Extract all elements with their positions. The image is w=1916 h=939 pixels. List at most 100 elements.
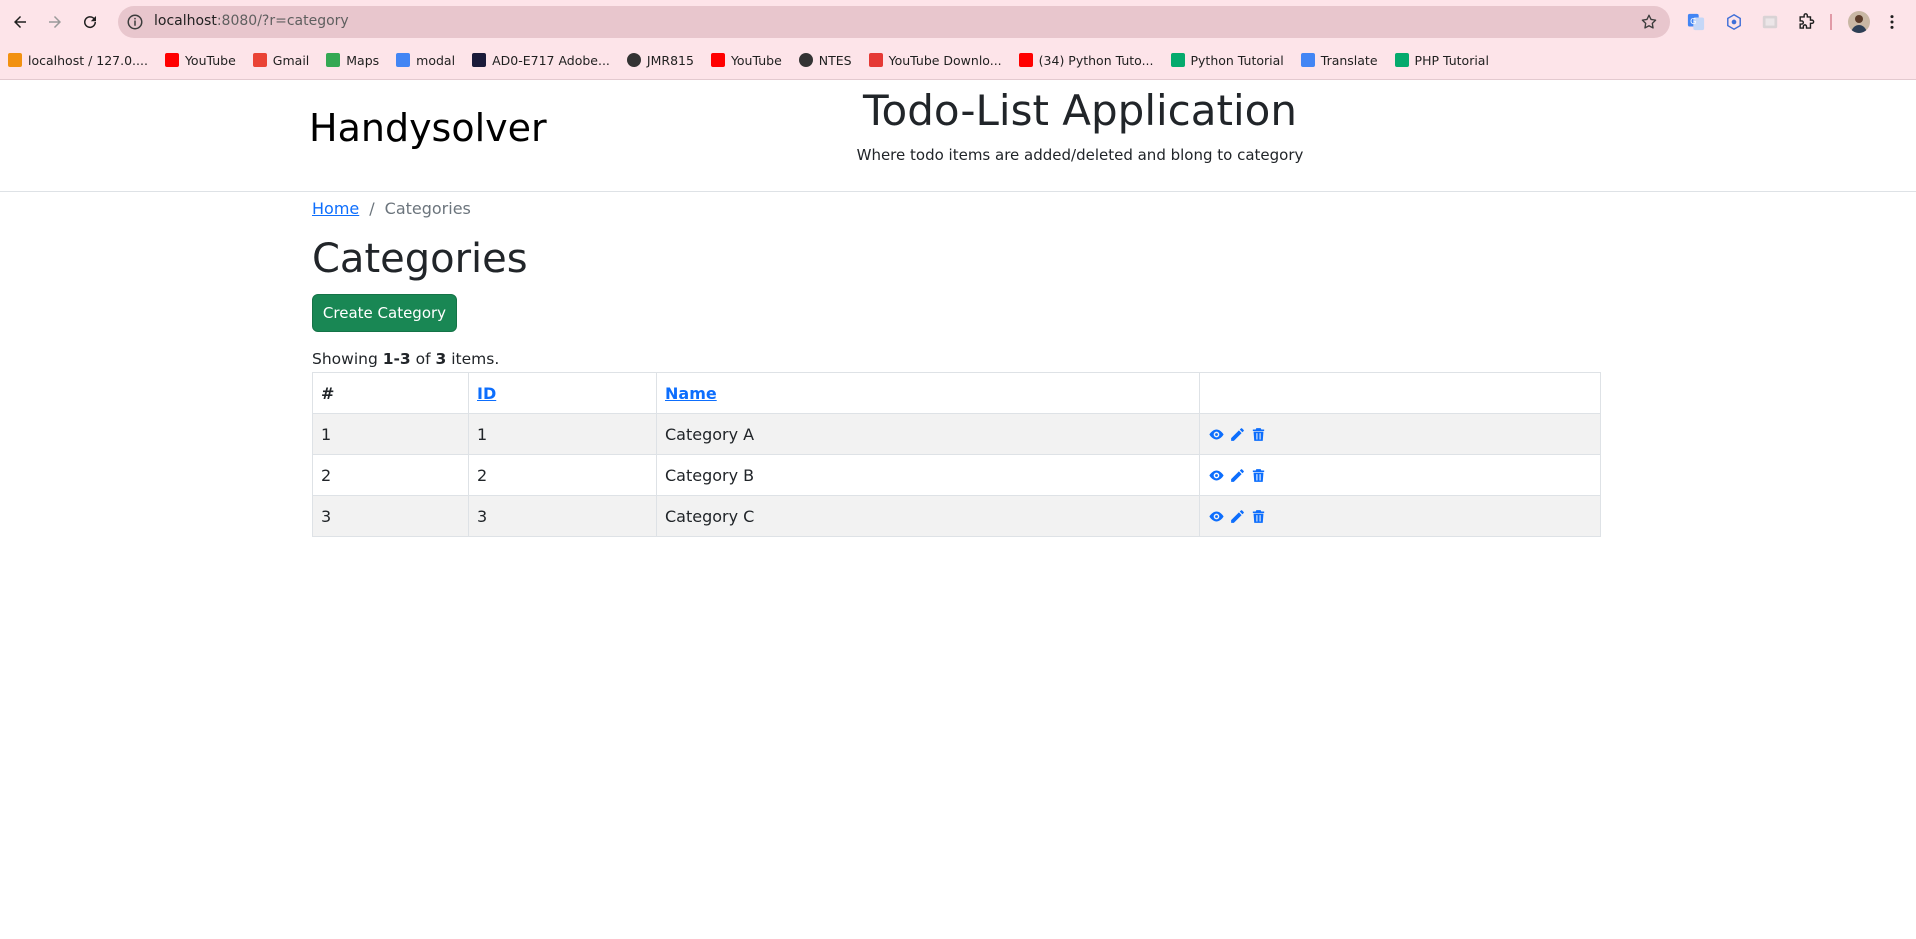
bookmarks-bar: localhost / 127.0.... YouTube Gmail Maps mod… — [0, 48, 1916, 72]
bookmark-item[interactable]: PHP Tutorial — [1394, 52, 1489, 68]
sort-name-link[interactable]: Name — [665, 384, 717, 403]
bookmark-label: JMR815 — [646, 52, 694, 68]
url-path: :8080/?r=category — [216, 13, 349, 29]
translate-icon — [1300, 53, 1315, 67]
bookmark-item[interactable]: Translate — [1300, 52, 1378, 68]
summary-total: 3 — [435, 350, 447, 368]
address-bar[interactable]: localhost:8080/?r=category — [118, 6, 1670, 38]
cell-id: 3 — [468, 495, 657, 537]
site-header: Handysolver Todo-List Application Where … — [0, 80, 1916, 192]
create-category-button[interactable]: Create Category — [312, 294, 457, 332]
placeholder-extension-icon[interactable] — [1760, 12, 1780, 32]
bookmark-label: YouTube Downlo... — [888, 52, 1002, 68]
bookmark-label: Translate — [1320, 52, 1378, 68]
bookmark-item[interactable]: YouTube — [164, 52, 236, 68]
cell-actions — [1199, 495, 1601, 537]
globe-icon — [798, 53, 813, 67]
browser-chrome: localhost:8080/?r=category G localhost /… — [0, 0, 1916, 80]
summary-suffix: items. — [446, 350, 500, 368]
bookmark-label: YouTube — [184, 52, 236, 68]
bookmark-star-icon[interactable] — [1640, 13, 1658, 31]
url-text[interactable]: localhost:8080/?r=category — [154, 13, 349, 29]
bookmark-label: Maps — [346, 52, 380, 68]
reload-icon — [84, 16, 97, 29]
edit-pencil-icon[interactable] — [1229, 426, 1246, 443]
header-id: ID — [468, 372, 657, 414]
phpmyadmin-icon — [8, 53, 22, 67]
bookmark-item[interactable]: Maps — [326, 53, 379, 68]
summary-mid: of — [410, 350, 436, 368]
info-icon[interactable] — [126, 13, 144, 31]
categories-table: # ID Name 1 1 Category A 2 2 Category B — [312, 372, 1601, 537]
edit-pencil-icon[interactable] — [1229, 467, 1246, 484]
cell-serial: 1 — [312, 413, 469, 455]
cell-name: Category C — [656, 495, 1200, 537]
app-title: Todo-List Application — [863, 86, 1297, 135]
google-translate-extension-icon[interactable]: G — [1686, 12, 1706, 32]
table-row: 2 2 Category B — [312, 454, 1601, 496]
view-icon[interactable] — [1208, 467, 1225, 484]
delete-trash-icon[interactable] — [1250, 508, 1267, 525]
header-serial: # — [312, 372, 469, 414]
bookmark-item[interactable]: localhost / 127.0.... — [8, 53, 148, 68]
breadcrumb-home-link[interactable]: Home — [312, 199, 359, 218]
edit-pencil-icon[interactable] — [1229, 508, 1246, 525]
cell-serial: 2 — [312, 454, 469, 496]
cell-id: 1 — [468, 413, 657, 455]
more-menu-icon[interactable] — [1882, 12, 1902, 32]
summary-range: 1-3 — [382, 350, 411, 368]
youtube-icon — [164, 53, 179, 67]
download-icon — [868, 53, 883, 67]
toolbar-divider — [1830, 14, 1832, 30]
globe-icon — [626, 53, 641, 67]
bookmark-label: PHP Tutorial — [1414, 52, 1489, 68]
bookmark-label: Gmail — [272, 52, 310, 68]
back-button[interactable] — [6, 8, 34, 36]
bookmark-label: (34) Python Tuto... — [1038, 52, 1154, 68]
bookmark-item[interactable]: YouTube — [710, 52, 782, 68]
table-row: 1 1 Category A — [312, 413, 1601, 455]
bookmark-item[interactable]: JMR815 — [626, 52, 694, 68]
table-header-row: # ID Name — [312, 372, 1601, 414]
profile-avatar[interactable] — [1848, 11, 1870, 33]
table-row: 3 3 Category C — [312, 495, 1601, 537]
w3schools-icon — [1170, 53, 1185, 67]
bookmark-item[interactable]: Gmail — [252, 52, 310, 68]
view-icon[interactable] — [1208, 508, 1225, 525]
bookmark-item[interactable]: modal — [396, 53, 455, 68]
reload-button[interactable] — [76, 8, 104, 36]
svg-text:G: G — [1690, 16, 1696, 26]
bookmark-item[interactable]: Python Tutorial — [1170, 52, 1284, 68]
header-name: Name — [656, 372, 1200, 414]
header-actions — [1199, 372, 1601, 414]
gmail-icon — [252, 53, 267, 67]
bookmark-label: localhost / 127.0.... — [28, 52, 148, 68]
url-host: localhost — [154, 13, 217, 29]
arrow-left-icon — [14, 16, 26, 28]
bookmark-item[interactable]: (34) Python Tuto... — [1018, 52, 1154, 68]
page-title: Categories — [312, 236, 528, 282]
bookmark-label: AD0-E717 Adobe... — [492, 52, 610, 68]
bookmark-label: NTES — [818, 52, 852, 68]
view-icon[interactable] — [1208, 426, 1225, 443]
youtube-icon — [710, 53, 725, 67]
bookmark-label: Python Tutorial — [1190, 52, 1284, 68]
cell-serial: 3 — [312, 495, 469, 537]
maps-icon — [326, 53, 341, 67]
summary-prefix: Showing — [312, 350, 383, 368]
cell-name: Category B — [656, 454, 1200, 496]
delete-trash-icon[interactable] — [1250, 426, 1267, 443]
delete-trash-icon[interactable] — [1250, 467, 1267, 484]
forward-button[interactable] — [41, 8, 69, 36]
bookmark-label: YouTube — [730, 52, 782, 68]
breadcrumb: Home / Categories — [312, 199, 471, 218]
w3schools-icon — [1394, 53, 1409, 67]
grid-summary: Showing 1-3 of 3 items. — [312, 350, 499, 368]
bookmark-item[interactable]: YouTube Downlo... — [868, 52, 1002, 68]
bookmark-item[interactable]: NTES — [798, 52, 852, 68]
cell-actions — [1199, 454, 1601, 496]
bookmark-item[interactable]: AD0-E717 Adobe... — [472, 53, 610, 68]
gear-extension-icon[interactable] — [1724, 12, 1744, 32]
extensions-puzzle-icon[interactable] — [1796, 12, 1816, 32]
sort-id-link[interactable]: ID — [477, 384, 496, 403]
